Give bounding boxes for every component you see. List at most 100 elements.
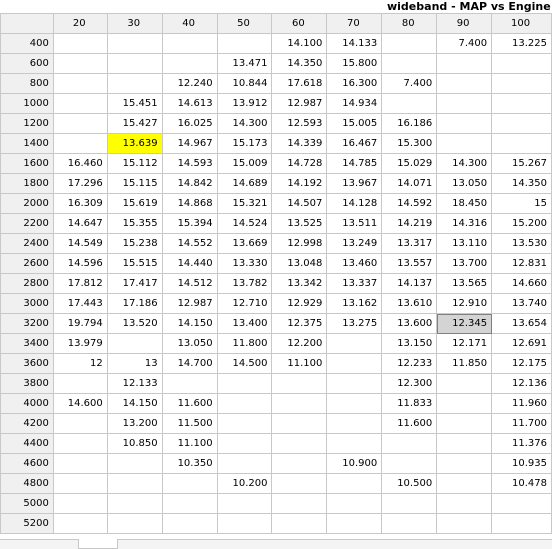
grid-cell[interactable]: 14.728 [271,153,328,174]
grid-cell[interactable]: 11.600 [381,413,438,434]
grid-cell[interactable]: 13.400 [216,313,273,334]
grid-cell[interactable] [491,53,552,74]
grid-cell[interactable]: 11.960 [491,393,552,414]
grid-cell[interactable] [436,393,493,414]
grid-cell[interactable] [106,333,163,354]
grid-cell[interactable]: 17.296 [52,173,108,194]
grid-cell[interactable]: 14.593 [161,153,218,174]
grid-cell[interactable]: 15.267 [491,153,552,174]
grid-cell[interactable] [436,473,493,494]
grid-cell[interactable]: 13.342 [271,273,328,294]
grid-cell[interactable]: 13.565 [436,273,493,294]
grid-cell[interactable] [161,373,218,394]
grid-cell[interactable]: 12.175 [491,353,552,374]
grid-cell[interactable] [491,133,552,154]
grid-cell[interactable]: 14.150 [106,393,163,414]
grid-cell[interactable] [52,433,108,454]
row-header[interactable]: 1200 [0,113,54,134]
grid-cell[interactable]: 13.654 [491,313,552,334]
grid-cell[interactable] [216,373,273,394]
grid-cell[interactable]: 13.967 [326,173,383,194]
grid-cell[interactable]: 13.471 [216,53,273,74]
grid-cell[interactable]: 14.440 [161,253,218,274]
grid-cell[interactable] [106,453,163,474]
grid-cell[interactable]: 12.910 [436,293,493,314]
grid-cell[interactable] [436,133,493,154]
grid-cell[interactable]: 15 [491,193,552,214]
grid-cell[interactable]: 14.613 [161,93,218,114]
grid-cell[interactable] [271,513,328,534]
grid-cell[interactable]: 10.350 [161,453,218,474]
grid-cell[interactable] [381,513,438,534]
grid-cell[interactable]: 15.200 [491,213,552,234]
grid-cell[interactable] [381,433,438,454]
grid-cell[interactable]: 10.478 [491,473,552,494]
column-header[interactable]: 50 [216,13,273,34]
grid-cell[interactable]: 12.133 [106,373,163,394]
grid-cell[interactable]: 11.100 [161,433,218,454]
grid-cell[interactable] [52,413,108,434]
grid-cell[interactable] [106,73,163,94]
grid-cell[interactable]: 12.300 [381,373,438,394]
row-header[interactable]: 2200 [0,213,54,234]
column-header[interactable]: 30 [106,13,163,34]
column-header[interactable]: 90 [436,13,493,34]
grid-cell[interactable] [381,33,438,54]
grid-cell[interactable] [271,453,328,474]
grid-cell[interactable] [381,93,438,114]
grid-cell[interactable]: 13.110 [436,233,493,254]
row-header[interactable]: 4400 [0,433,54,454]
column-header[interactable]: 40 [161,13,218,34]
column-header[interactable]: 100 [491,13,552,34]
grid-cell[interactable]: 14.507 [271,193,328,214]
grid-cell[interactable]: 13.530 [491,233,552,254]
grid-cell[interactable]: 11.833 [381,393,438,414]
grid-cell[interactable] [161,473,218,494]
grid-cell[interactable]: 12.240 [161,73,218,94]
grid-cell[interactable]: 13.460 [326,253,383,274]
column-header[interactable]: 20 [52,13,108,34]
grid-cell[interactable]: 14.552 [161,233,218,254]
grid-cell[interactable]: 13.150 [381,333,438,354]
row-header[interactable]: 1000 [0,93,54,114]
grid-cell[interactable]: 12.987 [271,93,328,114]
grid-cell[interactable]: 15.112 [106,153,163,174]
grid-cell[interactable] [52,73,108,94]
grid-cell[interactable]: 13.610 [381,293,438,314]
row-header[interactable]: 3400 [0,333,54,354]
grid-cell[interactable]: 14.647 [52,213,108,234]
grid-cell[interactable]: 14.842 [161,173,218,194]
grid-cell[interactable] [52,53,108,74]
grid-cell[interactable]: 13.511 [326,213,383,234]
grid-cell[interactable]: 14.549 [52,233,108,254]
grid-cell[interactable] [271,433,328,454]
grid-cell[interactable]: 13.330 [216,253,273,274]
grid-cell[interactable]: 14.592 [381,193,438,214]
grid-cell[interactable]: 13.249 [326,233,383,254]
grid-cell[interactable] [271,373,328,394]
grid-cell[interactable]: 12.710 [216,293,273,314]
grid-cell[interactable]: 13.225 [491,33,552,54]
grid-cell[interactable] [491,513,552,534]
grid-cell[interactable] [271,493,328,514]
row-header[interactable]: 2000 [0,193,54,214]
column-header[interactable]: 80 [381,13,438,34]
grid-cell[interactable] [161,53,218,74]
grid-cell[interactable]: 14.100 [271,33,328,54]
grid-cell[interactable]: 12.200 [271,333,328,354]
grid-cell[interactable]: 13.337 [326,273,383,294]
grid-cell[interactable] [216,413,273,434]
grid-cell[interactable] [52,473,108,494]
grid-cell[interactable] [271,413,328,434]
grid-cell[interactable] [216,393,273,414]
grid-cell[interactable]: 14.934 [326,93,383,114]
grid-cell[interactable]: 15.394 [161,213,218,234]
grid-cell[interactable]: 12.171 [436,333,493,354]
grid-cell[interactable]: 13.782 [216,273,273,294]
grid-cell[interactable]: 14.596 [52,253,108,274]
grid-cell[interactable]: 13.700 [436,253,493,274]
grid-cell[interactable]: 13.162 [326,293,383,314]
grid-cell[interactable] [271,473,328,494]
grid-cell[interactable] [52,493,108,514]
grid-cell[interactable]: 15.355 [106,213,163,234]
